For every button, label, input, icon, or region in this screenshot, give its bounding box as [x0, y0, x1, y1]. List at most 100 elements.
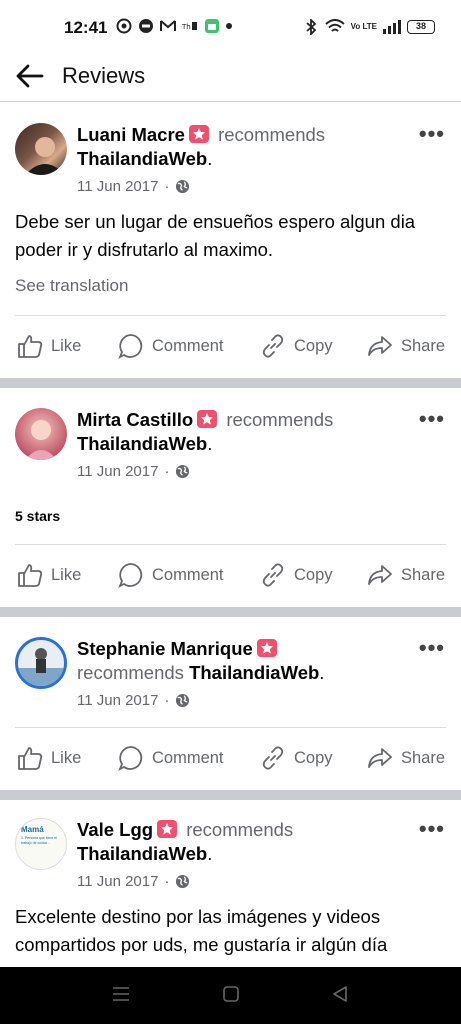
reviewer-name[interactable]: Vale Lgg: [77, 819, 153, 840]
recommends-label: recommends: [77, 662, 184, 683]
copy-button[interactable]: Copy: [260, 745, 333, 771]
system-nav-bar: [0, 967, 461, 1024]
share-label: Share: [401, 565, 446, 584]
review-card: Mirta Castillo recommends ThailandiaWeb.…: [0, 388, 461, 607]
comment-icon: [118, 746, 143, 771]
review-text: Debe ser un lugar de ensueños espero alg…: [15, 211, 416, 260]
share-button[interactable]: Share: [367, 333, 445, 359]
share-icon: [368, 565, 392, 585]
comment-label: Comment: [152, 565, 224, 584]
back-nav-icon[interactable]: [331, 985, 349, 1003]
camera-app-icon: [116, 18, 132, 34]
more-options-icon[interactable]: •••: [419, 816, 445, 842]
reviews-feed[interactable]: Luani Macre recommends ThailandiaWeb. 11…: [0, 103, 461, 967]
page-link[interactable]: ThailandiaWeb: [77, 843, 207, 864]
comment-icon: [118, 563, 143, 588]
dot-icon: [226, 23, 232, 29]
reviewer-name[interactable]: Mirta Castillo: [77, 409, 193, 430]
review-meta: 11 Jun 2017 ·: [77, 178, 190, 195]
notification-icons: Th: [116, 18, 232, 34]
recommend-badge-icon: [256, 639, 277, 657]
review-date[interactable]: 11 Jun 2017: [77, 692, 158, 709]
share-icon: [368, 336, 392, 356]
gmail-icon: [160, 20, 176, 31]
link-icon: [262, 563, 284, 587]
reviewer-name[interactable]: Stephanie Manrique: [77, 638, 253, 659]
like-button[interactable]: Like: [17, 333, 81, 359]
divider: [15, 727, 446, 728]
app-header: Reviews: [0, 50, 461, 102]
line-app-icon: [139, 19, 153, 33]
page-title: Reviews: [62, 63, 146, 88]
comment-label: Comment: [152, 748, 224, 767]
review-card: Mamá 1. Persona que tiene el trabajo de …: [0, 800, 461, 967]
more-options-icon[interactable]: •••: [419, 635, 445, 661]
recommends-label: recommends: [218, 124, 326, 145]
review-header: Luani Macre recommends ThailandiaWeb.: [77, 124, 326, 169]
page-link[interactable]: ThailandiaWeb: [77, 148, 207, 169]
reviewer-name[interactable]: Luani Macre: [77, 124, 185, 145]
divider: [15, 544, 446, 545]
more-options-icon[interactable]: •••: [419, 121, 445, 147]
review-header: Stephanie Manrique recommends Thailandia…: [77, 638, 325, 683]
avatar[interactable]: Mamá 1. Persona que tiene el trabajo de …: [15, 818, 67, 870]
review-text: Excelente destino por las imágenes y vid…: [15, 906, 388, 955]
share-button[interactable]: Share: [367, 562, 445, 588]
copy-button[interactable]: Copy: [260, 562, 333, 588]
avatar[interactable]: [15, 408, 67, 460]
review-card: Luani Macre recommends ThailandiaWeb. 11…: [0, 103, 461, 378]
wifi-icon: [324, 19, 345, 32]
avatar-line: trabajo de cuidar...: [21, 841, 50, 845]
card-separator: [0, 378, 461, 388]
comment-button[interactable]: Comment: [118, 562, 224, 588]
link-icon: [262, 334, 284, 358]
more-options-icon[interactable]: •••: [419, 406, 445, 432]
bluetooth-icon: [306, 19, 316, 35]
recommend-badge-icon: [157, 820, 178, 838]
signal-icon: [383, 20, 401, 34]
recommends-label: recommends: [186, 819, 294, 840]
like-label: Like: [51, 565, 82, 584]
avatar[interactable]: [15, 123, 67, 175]
home-icon[interactable]: [222, 985, 240, 1003]
review-header: Mirta Castillo recommends ThailandiaWeb.: [77, 409, 334, 454]
recent-apps-icon[interactable]: [112, 985, 130, 1003]
back-arrow-icon[interactable]: [14, 60, 46, 92]
action-bar: Like Comment Copy Share: [0, 737, 461, 777]
battery-icon: 38: [407, 20, 435, 34]
divider: [15, 315, 446, 316]
copy-label: Copy: [294, 748, 333, 767]
like-label: Like: [51, 336, 82, 355]
globe-icon: [176, 693, 190, 708]
like-button[interactable]: Like: [17, 562, 81, 588]
comment-button[interactable]: Comment: [118, 333, 224, 359]
recommend-badge-icon: [188, 125, 209, 143]
review-date[interactable]: 11 Jun 2017: [77, 178, 158, 195]
card-separator: [0, 607, 461, 617]
recommends-label: recommends: [226, 409, 334, 430]
card-separator: [0, 790, 461, 800]
review-date[interactable]: 11 Jun 2017: [77, 873, 158, 890]
link-icon: [262, 746, 284, 770]
page-link[interactable]: ThailandiaWeb: [77, 433, 207, 454]
avatar[interactable]: [15, 637, 67, 689]
avatar-title: Mamá: [21, 825, 44, 834]
review-meta: 11 Jun 2017 ·: [77, 873, 190, 890]
review-date[interactable]: 11 Jun 2017: [77, 463, 158, 480]
comment-icon: [118, 334, 143, 359]
review-header: Vale Lgg recommends ThailandiaWeb.: [77, 819, 294, 864]
like-icon: [18, 335, 43, 358]
action-bar: Like Comment Copy Share: [0, 325, 461, 365]
page-link[interactable]: ThailandiaWeb: [189, 662, 319, 683]
copy-label: Copy: [294, 565, 333, 584]
comment-button[interactable]: Comment: [118, 745, 224, 771]
see-translation-link[interactable]: See translation: [15, 276, 128, 296]
copy-button[interactable]: Copy: [260, 333, 333, 359]
like-icon: [18, 564, 43, 587]
comment-label: Comment: [152, 336, 224, 355]
volte-icon: Vo LTE: [350, 22, 377, 31]
like-button[interactable]: Like: [17, 745, 81, 771]
share-button[interactable]: Share: [367, 745, 445, 771]
like-label: Like: [51, 748, 82, 767]
system-icons: Vo LTE 38: [303, 19, 435, 35]
